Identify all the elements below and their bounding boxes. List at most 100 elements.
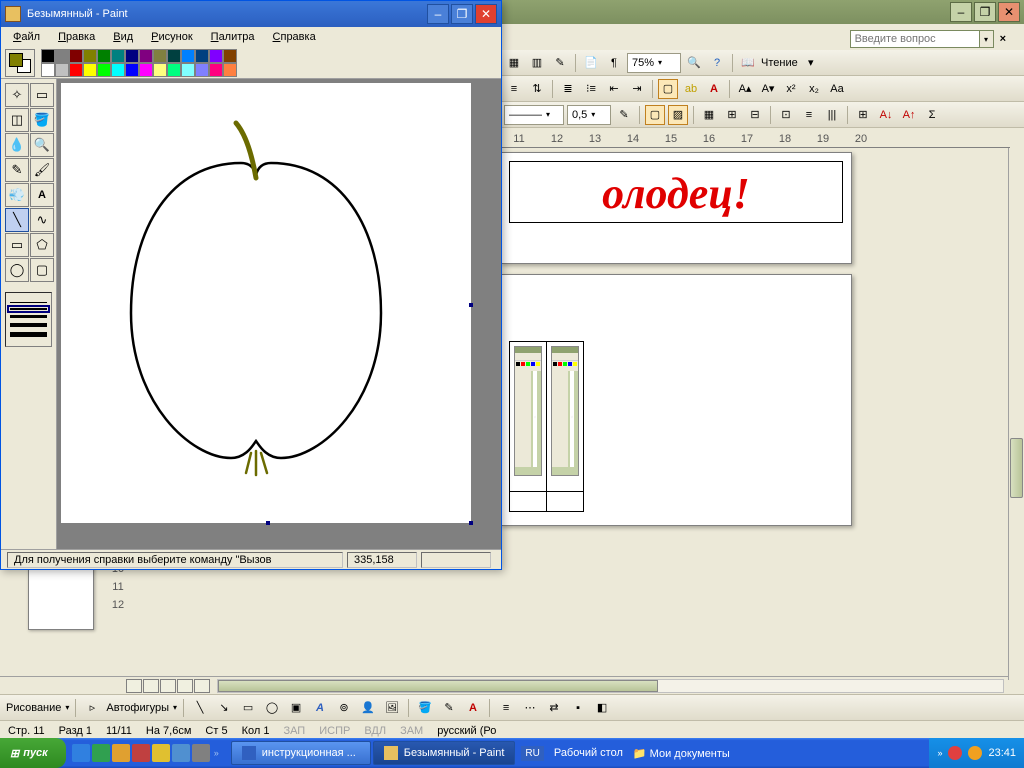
- table-cell[interactable]: [547, 492, 584, 512]
- airbrush-tool[interactable]: 💨: [5, 183, 29, 207]
- autofit-icon[interactable]: ⊞: [853, 105, 873, 125]
- eraser-tool[interactable]: ◫: [5, 108, 29, 132]
- line-weight-combo[interactable]: 0,5▾: [567, 105, 611, 125]
- line-tool[interactable]: ╲: [5, 208, 29, 232]
- line-width-1[interactable]: [10, 302, 47, 303]
- word-minimize-button[interactable]: –: [950, 2, 972, 22]
- menu-colors[interactable]: Палитра: [203, 29, 263, 45]
- print-view-button[interactable]: [160, 679, 176, 693]
- tray-icon[interactable]: [968, 746, 982, 760]
- palette-color[interactable]: [223, 63, 237, 77]
- pencil-tool[interactable]: ✎: [5, 158, 29, 182]
- line-width-5[interactable]: [10, 332, 47, 337]
- paint-close-button[interactable]: ✕: [475, 4, 497, 24]
- start-button[interactable]: ⊞пуск: [0, 738, 66, 768]
- paint-titlebar[interactable]: Безымянный - Paint – ❐ ✕: [1, 1, 501, 27]
- palette-color[interactable]: [111, 63, 125, 77]
- palette-color[interactable]: [69, 63, 83, 77]
- freeform-select-tool[interactable]: ✧: [5, 83, 29, 107]
- rounded-rect-tool[interactable]: ▢: [30, 258, 54, 282]
- line-width-4[interactable]: [10, 323, 47, 327]
- split-cells-icon[interactable]: ⊟: [745, 105, 765, 125]
- menu-file[interactable]: Файл: [5, 29, 48, 45]
- rect-select-tool[interactable]: ▭: [30, 83, 54, 107]
- status-trk[interactable]: ИСПР: [319, 725, 350, 737]
- merge-cells-icon[interactable]: ⊞: [722, 105, 742, 125]
- documents-link[interactable]: 📁 Мои документы: [633, 747, 730, 760]
- distribute-cols-icon[interactable]: |||: [822, 105, 842, 125]
- word-close-button[interactable]: ✕: [998, 2, 1020, 22]
- horizontal-ruler[interactable]: 11 12 13 14 15 16 17 18 19 20: [500, 130, 1010, 148]
- menu-view[interactable]: Вид: [105, 29, 141, 45]
- scroll-thumb[interactable]: [1010, 438, 1023, 498]
- doc-map-icon[interactable]: 📄: [581, 53, 601, 73]
- shading-icon[interactable]: ▨: [668, 105, 688, 125]
- toolbar-overflow-icon[interactable]: ▾: [801, 53, 821, 73]
- curve-tool[interactable]: ∿: [30, 208, 54, 232]
- wordart-icon[interactable]: A: [310, 698, 330, 718]
- arrow-icon[interactable]: ↘: [214, 698, 234, 718]
- fill-tool[interactable]: 🪣: [30, 108, 54, 132]
- borders-icon[interactable]: ▢: [658, 79, 678, 99]
- ie-icon[interactable]: [72, 744, 90, 762]
- palette-color[interactable]: [125, 49, 139, 63]
- diagram-icon[interactable]: ⊚: [334, 698, 354, 718]
- line-spacing-icon[interactable]: ⇅: [527, 79, 547, 99]
- autosum-icon[interactable]: Σ: [922, 105, 942, 125]
- rectangle-tool[interactable]: ▭: [5, 233, 29, 257]
- table-cell[interactable]: [510, 492, 547, 512]
- task-word[interactable]: инструкционная ...: [231, 741, 371, 765]
- indent-icon[interactable]: ⇥: [627, 79, 647, 99]
- picture-icon[interactable]: 🖼: [382, 698, 402, 718]
- line-width-2[interactable]: [10, 308, 47, 310]
- normal-view-button[interactable]: [126, 679, 142, 693]
- palette-color[interactable]: [139, 63, 153, 77]
- palette-color[interactable]: [167, 63, 181, 77]
- drawing-icon[interactable]: ✎: [550, 53, 570, 73]
- menu-image[interactable]: Рисунок: [143, 29, 201, 45]
- palette-color[interactable]: [209, 49, 223, 63]
- reading-view-button[interactable]: [194, 679, 210, 693]
- help-close-icon[interactable]: ×: [1000, 33, 1006, 45]
- ql-icon[interactable]: [192, 744, 210, 762]
- line-style-icon[interactable]: ≡: [496, 698, 516, 718]
- task-paint[interactable]: Безымянный - Paint: [373, 741, 516, 765]
- ql-icon[interactable]: [132, 744, 150, 762]
- palette-color[interactable]: [209, 63, 223, 77]
- shadow-icon[interactable]: ▪: [568, 698, 588, 718]
- outline-view-button[interactable]: [177, 679, 193, 693]
- palette-color[interactable]: [111, 49, 125, 63]
- insert-table-icon[interactable]: ▦: [699, 105, 719, 125]
- page-corner[interactable]: [28, 560, 94, 630]
- ql-icon[interactable]: [152, 744, 170, 762]
- bullets-icon[interactable]: ⁝≡: [581, 79, 601, 99]
- drawing-menu[interactable]: Рисование: [6, 702, 61, 714]
- align-cell-icon[interactable]: ⊡: [776, 105, 796, 125]
- palette-color[interactable]: [153, 49, 167, 63]
- hscroll-thumb[interactable]: [218, 680, 658, 692]
- table-cell[interactable]: [547, 342, 584, 492]
- font-color-icon[interactable]: A: [704, 79, 724, 99]
- palette-color[interactable]: [83, 49, 97, 63]
- ql-expand-icon[interactable]: »: [212, 748, 221, 758]
- sort-desc-icon[interactable]: A↑: [899, 105, 919, 125]
- palette-color[interactable]: [181, 49, 195, 63]
- tables-icon[interactable]: ▦: [504, 53, 524, 73]
- palette-color[interactable]: [167, 49, 181, 63]
- web-view-button[interactable]: [143, 679, 159, 693]
- paint-canvas[interactable]: [61, 83, 471, 523]
- paint-maximize-button[interactable]: ❐: [451, 4, 473, 24]
- ellipse-tool[interactable]: ◯: [5, 258, 29, 282]
- distribute-rows-icon[interactable]: ≡: [799, 105, 819, 125]
- numbering-icon[interactable]: ≣: [558, 79, 578, 99]
- oval-icon[interactable]: ◯: [262, 698, 282, 718]
- autoshapes-menu[interactable]: Автофигуры: [106, 702, 169, 714]
- highlight-icon[interactable]: ab: [681, 79, 701, 99]
- rectangle-icon[interactable]: ▭: [238, 698, 258, 718]
- help-search-input[interactable]: [850, 30, 980, 48]
- tray-icon[interactable]: [948, 746, 962, 760]
- desktop-link[interactable]: Рабочий стол: [554, 747, 623, 759]
- status-lang[interactable]: русский (Ро: [437, 725, 496, 737]
- word-page-1[interactable]: олодец!: [500, 152, 852, 264]
- vertical-scrollbar[interactable]: [1008, 148, 1024, 680]
